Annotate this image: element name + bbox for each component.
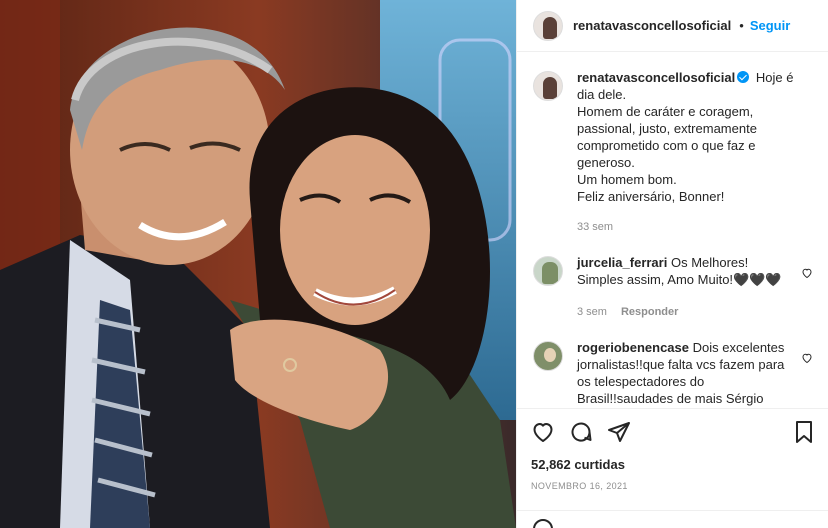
post-actions: 52,862 curtidas NOVEMBRO 16, 2021 xyxy=(517,408,828,491)
likes-count[interactable]: 52,862 curtidas xyxy=(531,457,815,472)
caption-text-line: passional, justo, extremamente xyxy=(577,121,757,136)
comment-text: Simples assim, Amo Muito!🖤🖤🖤 xyxy=(577,272,782,287)
caption-avatar[interactable] xyxy=(533,71,563,101)
comment-text: Os Melhores! xyxy=(670,255,749,270)
commenter-username[interactable]: jurcelia_ferrari xyxy=(577,255,667,270)
caption-text-line: dia dele. xyxy=(577,87,627,102)
commenter-avatar[interactable] xyxy=(533,256,563,286)
comment-icon[interactable] xyxy=(569,420,593,444)
caption-age[interactable]: 33 sem xyxy=(577,219,613,236)
caption: renatavasconcellosoficial Hoje é dia del… xyxy=(533,69,815,236)
caption-text-line: Hoje é xyxy=(755,70,794,85)
caption-text-line: Um homem bom. xyxy=(577,172,677,187)
follow-button[interactable]: Seguir xyxy=(750,18,790,33)
comment-age[interactable]: 3 sem xyxy=(577,304,607,321)
post-date[interactable]: NOVEMBRO 16, 2021 xyxy=(531,481,815,491)
post-photo[interactable] xyxy=(0,0,516,528)
commenter-username[interactable]: rogeriobenencase xyxy=(577,340,689,355)
bookmark-icon[interactable] xyxy=(793,420,815,444)
comment-like-heart-icon[interactable] xyxy=(801,266,813,284)
author-username[interactable]: renatavasconcellosoficial xyxy=(573,18,731,33)
post-side-panel: renatavasconcellosoficial • Seguir renat… xyxy=(516,0,828,528)
caption-username[interactable]: renatavasconcellosoficial xyxy=(577,70,735,85)
comment-text: Brasil!!saudades de mais Sérgio xyxy=(577,391,764,406)
reply-button[interactable]: Responder xyxy=(621,304,678,321)
caption-text-line: Feliz aniversário, Bonner! xyxy=(577,189,725,204)
verified-badge-icon xyxy=(737,71,750,83)
comment-text: os telespectadores do xyxy=(577,374,705,389)
caption-text-line: comprometido com o que faz e xyxy=(577,138,756,153)
comments-list[interactable]: renatavasconcellosoficial Hoje é dia del… xyxy=(517,53,828,408)
commenter-avatar[interactable] xyxy=(533,341,563,371)
post-header: renatavasconcellosoficial • Seguir xyxy=(517,0,828,52)
emoji-icon[interactable] xyxy=(533,519,553,528)
heart-icon[interactable] xyxy=(531,420,555,444)
author-avatar[interactable] xyxy=(533,10,563,41)
comment-like-heart-icon[interactable] xyxy=(801,351,813,369)
photo-illustration xyxy=(0,0,516,528)
caption-text-line: generoso. xyxy=(577,155,635,170)
share-icon[interactable] xyxy=(607,420,631,444)
comment-text: jornalistas!!que falta vcs fazem para xyxy=(577,357,785,372)
comment-item: jurcelia_ferrari Os Melhores! Simples as… xyxy=(533,254,815,321)
comment-text: Dois excelentes xyxy=(692,340,785,355)
comment-item: rogeriobenencase Dois excelentes jornali… xyxy=(533,339,815,407)
separator-dot: • xyxy=(739,18,744,33)
add-comment-area[interactable] xyxy=(517,510,828,528)
caption-text-line: Homem de caráter e coragem, xyxy=(577,104,754,119)
